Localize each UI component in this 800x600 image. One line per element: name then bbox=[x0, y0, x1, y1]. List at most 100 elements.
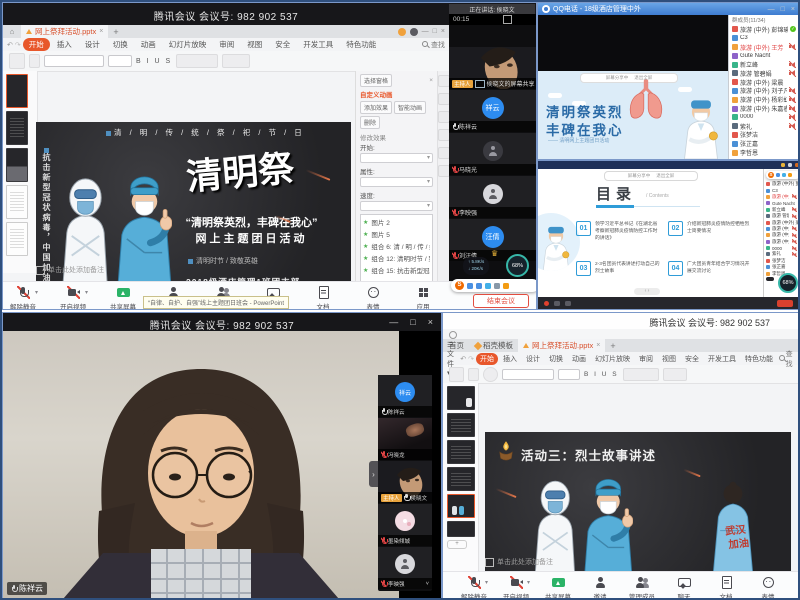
ribbon-tab[interactable]: 开始 bbox=[23, 38, 50, 51]
font-family-select[interactable] bbox=[44, 55, 104, 67]
new-tab-button[interactable]: + bbox=[108, 25, 123, 38]
expand-icon[interactable] bbox=[503, 15, 512, 24]
muted-speaker-icon[interactable] bbox=[792, 207, 797, 212]
start-select[interactable] bbox=[360, 153, 433, 163]
ribbon-tab[interactable]: 安全 bbox=[681, 353, 703, 365]
window-maximize-icon[interactable]: □ bbox=[781, 6, 785, 13]
ribbon-tab[interactable]: 开始 bbox=[476, 353, 498, 365]
window-close-icon[interactable]: × bbox=[441, 28, 445, 35]
animation-item[interactable]: ★ 组合 15: 抗击新型冠状病毒 / 中国加油 bbox=[363, 265, 430, 275]
muted-speaker-icon[interactable] bbox=[792, 214, 797, 219]
slide-nav-pill[interactable]: ‹ › bbox=[634, 288, 660, 295]
docer-tab[interactable]: 稻壳模板 bbox=[470, 339, 518, 352]
ai-assistant-button[interactable] bbox=[483, 367, 498, 382]
find-button[interactable]: 查找 bbox=[422, 40, 445, 50]
member-row[interactable]: 旅游 (中外) 彭锦瑜 bbox=[729, 25, 799, 34]
chevron-down-icon[interactable]: ▾ bbox=[35, 289, 38, 296]
chevron-down-icon[interactable]: ˅ bbox=[426, 581, 429, 587]
ribbon-tab[interactable]: 切换 bbox=[545, 353, 567, 365]
member-row[interactable]: 旅游 (中外) 梁晨 bbox=[729, 78, 799, 87]
toolbar-button[interactable]: ▾ 邀请 bbox=[584, 576, 616, 600]
animation-item[interactable]: ★ 图片 2 bbox=[363, 217, 430, 227]
window-minimize-icon[interactable]: — bbox=[768, 6, 775, 13]
animation-item[interactable]: ★ 组合 6: 清 / 明 / 传 / 统 / 祭… bbox=[363, 241, 430, 251]
ribbon-tab[interactable]: 动画 bbox=[568, 353, 590, 365]
participant-tile[interactable]: 墨染倾城 bbox=[378, 504, 432, 546]
end-meeting-button[interactable]: 结束会议 bbox=[473, 294, 529, 308]
meeting-titlebar[interactable]: 腾讯会议 会议号: 982 902 537 bbox=[443, 313, 799, 330]
muted-speaker-icon[interactable] bbox=[792, 246, 797, 251]
ribbon-tab[interactable]: 开发工具 bbox=[704, 353, 740, 365]
participant-tile[interactable]: 祥云 陈祥云 bbox=[449, 90, 536, 132]
toolbar-button[interactable]: ▾ 解除静音 bbox=[458, 576, 490, 600]
participant-tile[interactable]: 主持人 侯晓文 bbox=[378, 461, 432, 503]
slide-thumbnail-selected[interactable] bbox=[447, 494, 475, 518]
toolbar-button[interactable]: ▾ 聊天 bbox=[668, 576, 700, 600]
ime-settings-icon[interactable] bbox=[788, 173, 792, 177]
member-row[interactable]: 0000 bbox=[729, 113, 799, 122]
record-icon[interactable] bbox=[544, 301, 549, 306]
ribbon-tab[interactable]: 设计 bbox=[79, 38, 106, 51]
new-tab-button[interactable]: + bbox=[605, 339, 620, 352]
participant-tile[interactable]: 冯晓龙 bbox=[378, 418, 432, 460]
ribbon-tab[interactable]: 动画 bbox=[135, 38, 162, 51]
undo-icon[interactable]: ↶ bbox=[460, 355, 466, 363]
ribbon-tab[interactable]: 特色功能 bbox=[340, 38, 382, 51]
toolbar-button[interactable]: ▾ 表情 bbox=[356, 286, 390, 310]
muted-speaker-icon[interactable] bbox=[792, 233, 797, 238]
ribbon-tab[interactable]: 切换 bbox=[107, 38, 134, 51]
smart-animation-button[interactable]: 智能动画 bbox=[394, 101, 426, 114]
font-family-select[interactable] bbox=[502, 369, 554, 380]
member-row[interactable]: 旅游 (中外) 杨彩虹 bbox=[729, 95, 799, 104]
member-row[interactable]: 旅游 (中外) 刘子凡 bbox=[729, 87, 799, 96]
muted-speaker-icon[interactable] bbox=[789, 123, 796, 130]
muted-speaker-icon[interactable] bbox=[789, 61, 796, 68]
muted-speaker-icon[interactable] bbox=[789, 87, 796, 94]
animation-item[interactable]: ★ 图片 5 bbox=[363, 229, 430, 239]
notes-hint[interactable]: 单击此处添加备注 bbox=[36, 265, 104, 275]
participant-tile[interactable]: 李映强 bbox=[449, 176, 536, 218]
font-style-buttons[interactable]: B I U S bbox=[584, 371, 619, 378]
sogou-ime-bar[interactable]: S bbox=[766, 171, 800, 179]
paste-button[interactable] bbox=[9, 53, 25, 69]
slide-thumbnail[interactable] bbox=[6, 222, 28, 256]
ribbon-tab[interactable]: 审阅 bbox=[213, 38, 240, 51]
muted-speaker-icon[interactable] bbox=[789, 70, 796, 77]
slide-thumbnail[interactable] bbox=[6, 111, 28, 145]
member-row[interactable]: 旅游 (中外) 朱嘉睿 bbox=[729, 104, 799, 113]
muted-speaker-icon[interactable] bbox=[789, 114, 796, 121]
participant-tile[interactable]: 李映强˅ bbox=[378, 547, 432, 589]
slide-thumbnail[interactable] bbox=[447, 413, 475, 437]
minimize-icon[interactable] bbox=[788, 163, 792, 167]
slide-thumbnail[interactable] bbox=[6, 148, 28, 182]
muted-speaker-icon[interactable] bbox=[792, 252, 797, 257]
slide-thumbnail[interactable] bbox=[447, 386, 475, 410]
toolbar-button[interactable]: ▾ 开启视频 bbox=[500, 576, 532, 600]
ime-emoji-icon[interactable] bbox=[782, 173, 786, 177]
ribbon-tab[interactable]: 特色功能 bbox=[741, 353, 777, 365]
qq-titlebar[interactable]: QQ电话 - 18级酒店管理中外 — □ × bbox=[538, 3, 799, 15]
delete-effect-button[interactable]: 删除 bbox=[360, 116, 380, 129]
muted-speaker-icon[interactable] bbox=[792, 195, 797, 200]
participant-tile[interactable]: 祥云 陈祥云 bbox=[378, 375, 432, 417]
redo-icon[interactable]: ↷ bbox=[468, 355, 474, 363]
selection-pane-button[interactable]: 选择窗格 bbox=[360, 74, 392, 87]
ime-emoji-icon[interactable] bbox=[485, 283, 491, 289]
shape-tools[interactable] bbox=[663, 368, 687, 381]
property-select[interactable] bbox=[360, 177, 433, 187]
ribbon-tab[interactable]: 视图 bbox=[658, 353, 680, 365]
notes-hint[interactable]: 单击此处添加备注 bbox=[485, 557, 553, 567]
ribbon-tab[interactable]: 设计 bbox=[522, 353, 544, 365]
toolbar-button[interactable]: ▾ 文档 bbox=[306, 286, 340, 310]
ribbon-tab[interactable]: 安全 bbox=[269, 38, 296, 51]
redo-icon[interactable]: ↷ bbox=[15, 41, 21, 49]
hang-up-button[interactable] bbox=[777, 300, 793, 307]
muted-speaker-icon[interactable] bbox=[789, 96, 796, 103]
add-effect-button[interactable]: 添加效果 bbox=[360, 101, 392, 114]
shape-tools[interactable] bbox=[222, 54, 250, 68]
ime-mode-icon[interactable] bbox=[467, 283, 473, 289]
mic-control-icon[interactable] bbox=[565, 301, 571, 306]
toolbar-button[interactable]: ▾ 管理成员 bbox=[626, 576, 658, 600]
toolbar-button[interactable]: ▾ 开启视频 bbox=[56, 286, 90, 310]
member-row[interactable]: C3 bbox=[729, 34, 799, 43]
